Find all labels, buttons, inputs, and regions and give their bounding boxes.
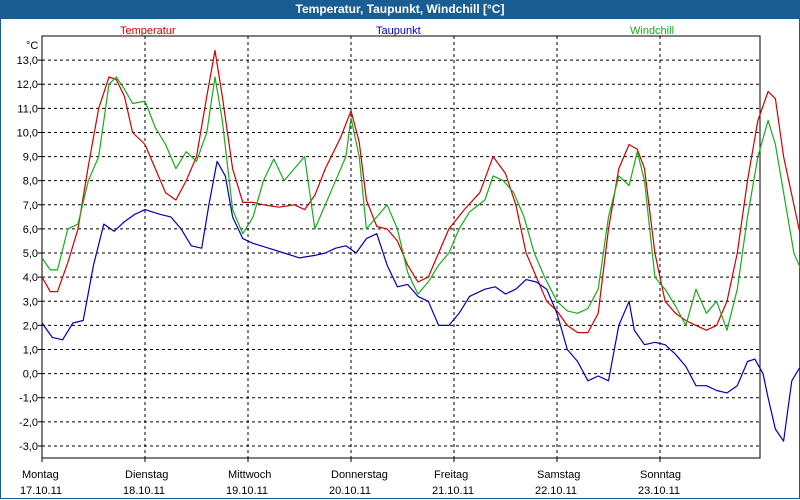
x-tick-day: Montag bbox=[22, 469, 59, 481]
y-tick-label: 6,0 bbox=[23, 224, 38, 236]
y-tick-label: 3,0 bbox=[23, 296, 38, 308]
y-tick-label: -1,0 bbox=[19, 393, 38, 405]
y-tick-label: -2,0 bbox=[19, 417, 38, 429]
x-tick-date: 18.10.11 bbox=[123, 485, 165, 497]
y-tick-label: 4,0 bbox=[23, 272, 38, 284]
y-axis-label: °C bbox=[26, 40, 38, 52]
x-tick-date: 21.10.11 bbox=[432, 485, 474, 497]
y-tick-label: 2,0 bbox=[23, 320, 38, 332]
y-tick-label: 10,0 bbox=[17, 127, 38, 139]
x-tick-date: 17.10.11 bbox=[20, 485, 62, 497]
plot-area bbox=[41, 35, 761, 459]
x-tick-day: Donnerstag bbox=[331, 469, 388, 481]
x-tick-date: 22.10.11 bbox=[535, 485, 577, 497]
y-tick-label: -3,0 bbox=[19, 441, 38, 453]
x-tick-date: 23.10.11 bbox=[638, 485, 680, 497]
legend-taupunkt: Taupunkt bbox=[376, 25, 421, 37]
y-tick-label: 0,0 bbox=[23, 369, 38, 381]
legend-windchill: Windchill bbox=[630, 25, 674, 37]
x-tick-date: 19.10.11 bbox=[226, 485, 268, 497]
y-tick-label: 12,0 bbox=[17, 79, 38, 91]
x-tick-day: Mittwoch bbox=[228, 469, 271, 481]
x-tick-day: Samstag bbox=[537, 469, 580, 481]
line-chart: 13,0 12,0 11,0 10,0 9,0 8,0 7,0 6,0 5,0 4,0 3,0 2,0… bbox=[17, 25, 800, 497]
x-tick-day: Freitag bbox=[434, 469, 468, 481]
y-tick-label: 8,0 bbox=[23, 176, 38, 188]
y-tick-label: 1,0 bbox=[23, 344, 38, 356]
y-tick-label: 9,0 bbox=[23, 152, 38, 164]
y-tick-label: 5,0 bbox=[23, 248, 38, 260]
x-tick-date: 20.10.11 bbox=[329, 485, 371, 497]
legend-temperatur: Temperatur bbox=[120, 25, 176, 37]
series-line-windchill bbox=[41, 76, 800, 331]
y-tick-label: 13,0 bbox=[17, 55, 38, 67]
y-tick-label: 11,0 bbox=[17, 103, 38, 115]
y-tick-label: 7,0 bbox=[23, 200, 38, 212]
x-tick-day: Dienstag bbox=[125, 469, 168, 481]
x-tick-day: Sonntag bbox=[640, 469, 681, 481]
